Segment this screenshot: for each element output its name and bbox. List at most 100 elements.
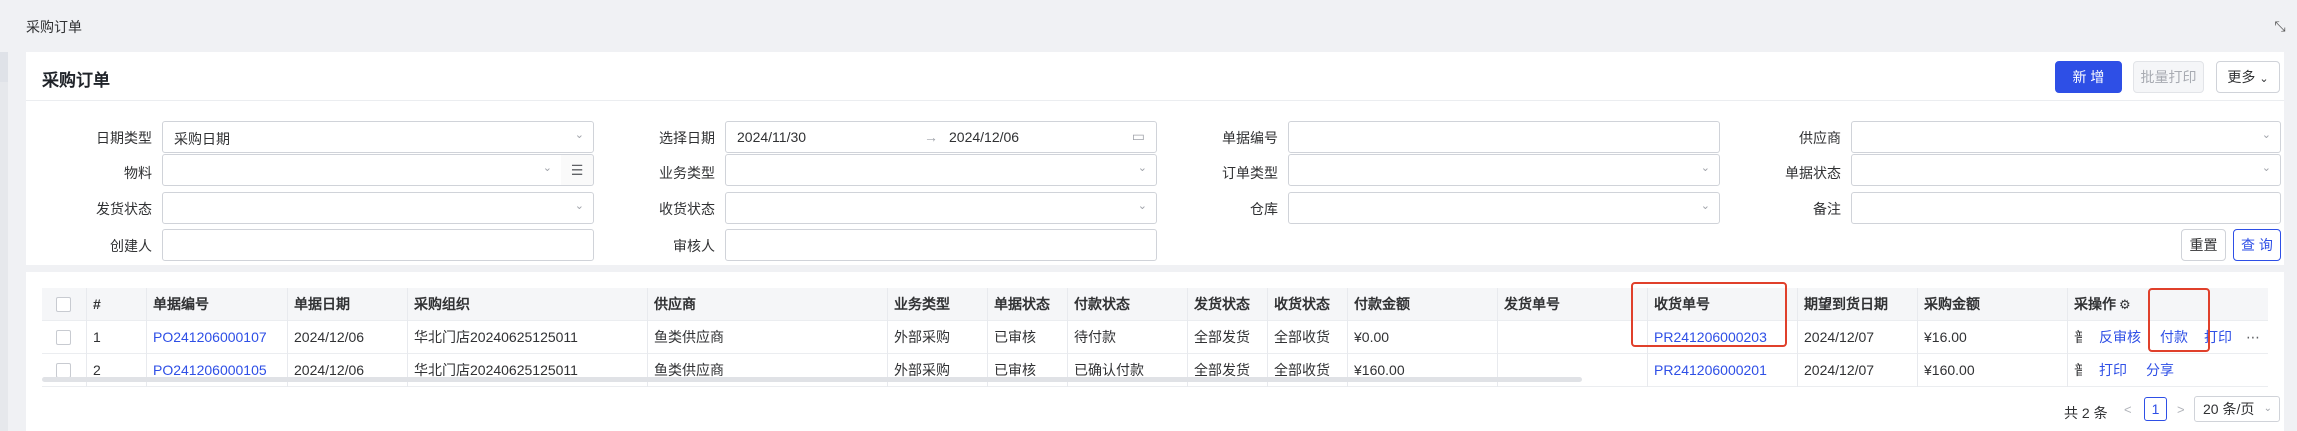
col-divider <box>146 288 147 387</box>
table-header-row: # 单据编号 单据日期 采购组织 供应商 业务类型 单据状态 付款状态 发货状态… <box>42 288 2268 321</box>
batch-print-button[interactable]: 批量打印 <box>2133 61 2204 93</box>
cell-doc-date: 2024/12/06 <box>294 329 365 345</box>
col-doc-status[interactable]: 单据状态 <box>994 288 1050 321</box>
print-link[interactable]: 打印 <box>2099 354 2127 387</box>
order-type-label: 订单类型 <box>1222 165 1278 181</box>
more-label: 更多 <box>2227 69 2256 85</box>
cell-pay-amount: ¥0.00 <box>1354 329 1390 345</box>
pager-total: 共 2 条 <box>2064 405 2108 421</box>
pager-current-page[interactable]: 1 <box>2144 397 2167 421</box>
ship-status-label: 发货状态 <box>96 201 152 217</box>
unapprove-link[interactable]: 反审核 <box>2099 321 2141 354</box>
biz-type-select[interactable]: ⌄ <box>725 154 1157 186</box>
col-supplier[interactable]: 供应商 <box>654 288 696 321</box>
cell-recv-status: 全部收货 <box>1274 329 1330 345</box>
recv-status-select[interactable]: ⌄ <box>725 192 1157 224</box>
chevron-left-icon[interactable]: < <box>2124 402 2132 417</box>
col-divider <box>407 288 408 387</box>
cell-no: 1 <box>93 329 101 345</box>
select-all-checkbox[interactable] <box>56 297 71 312</box>
col-ship-status[interactable]: 发货状态 <box>1194 288 1250 321</box>
cell-supplier: 鱼类供应商 <box>654 362 724 378</box>
chevron-right-icon[interactable]: > <box>2177 402 2185 417</box>
col-divider <box>987 288 988 387</box>
material-select[interactable]: ⌄ <box>162 154 562 186</box>
recv-status-label: 收货状态 <box>659 201 715 217</box>
expand-icon[interactable]: ⤡ <box>2271 18 2289 36</box>
calendar-icon[interactable]: ▭ <box>1132 128 1145 145</box>
page-size-value: 20 条/页 <box>2203 401 2255 417</box>
remark-input[interactable] <box>1851 192 2281 224</box>
date-range-picker[interactable]: 2024/11/30 → 2024/12/06 ▭ <box>725 121 1157 153</box>
page-size-select[interactable]: 20 条/页 ⌄ <box>2194 396 2280 422</box>
filter-settings-icon[interactable]: ☰ <box>561 154 594 186</box>
col-divider <box>2067 288 2068 387</box>
auditor-label: 审核人 <box>673 238 715 254</box>
row-checkbox[interactable] <box>56 330 71 345</box>
creator-input[interactable] <box>162 229 594 261</box>
col-doc-date[interactable]: 单据日期 <box>294 288 350 321</box>
col-divider <box>1347 288 1348 387</box>
cell-no: 2 <box>93 362 101 378</box>
date-end-value: 2024/12/06 <box>949 129 1020 145</box>
select-date-label: 选择日期 <box>659 130 715 146</box>
material-label: 物料 <box>124 165 152 181</box>
col-pay-amount[interactable]: 付款金额 <box>1354 288 1410 321</box>
tab-title[interactable]: 采购订单 <box>26 17 82 37</box>
cell-amount: ¥16.00 <box>1924 329 1967 345</box>
supplier-select[interactable]: ⌄ <box>1851 121 2281 153</box>
col-divider <box>1067 288 1068 387</box>
horizontal-scrollbar[interactable] <box>42 377 2268 382</box>
chevron-down-icon: ⌄ <box>542 162 552 174</box>
more-button[interactable]: 更多 ⌄ <box>2216 61 2280 93</box>
scrollbar-thumb[interactable] <box>42 377 1582 382</box>
page-title: 采购订单 <box>42 71 110 90</box>
col-biz-type[interactable]: 业务类型 <box>894 288 950 321</box>
cell-amount: ¥160.00 <box>1924 362 1975 378</box>
date-type-select[interactable]: 采购日期 ⌄ <box>162 121 594 153</box>
row-checkbox[interactable] <box>56 363 71 378</box>
reset-button[interactable]: 重置 <box>2181 229 2226 261</box>
auditor-input[interactable] <box>725 229 1157 261</box>
supplier-label: 供应商 <box>1799 130 1841 146</box>
chevron-down-icon: ⌄ <box>2259 73 2269 85</box>
doc-status-select[interactable]: ⌄ <box>1851 154 2281 186</box>
ship-status-select[interactable]: ⌄ <box>162 192 594 224</box>
table-row[interactable]: 2 PO241206000105 2024/12/06 华北门店20240625… <box>42 354 2268 387</box>
cell-biz-type: 外部采购 <box>894 329 950 345</box>
warehouse-select[interactable]: ⌄ <box>1288 192 1720 224</box>
cell-supplier: 鱼类供应商 <box>654 329 724 345</box>
chevron-down-icon: ⌄ <box>2261 129 2271 141</box>
cell-recv-no-link[interactable]: PR241206000201 <box>1654 354 1767 387</box>
col-ops-label: 操作 <box>2088 296 2116 312</box>
chevron-down-icon: ⌄ <box>1700 200 1710 212</box>
col-divider <box>1797 288 1798 387</box>
cell-doc-no-link[interactable]: PO241206000105 <box>153 354 267 387</box>
cell-expect-date: 2024/12/07 <box>1804 362 1875 378</box>
new-button[interactable]: 新 增 <box>2055 61 2122 93</box>
more-actions-icon[interactable]: ⋯ <box>2246 321 2260 354</box>
doc-no-input[interactable] <box>1288 121 1720 153</box>
creator-label: 创建人 <box>110 238 152 254</box>
col-divider <box>86 288 87 387</box>
header-divider <box>26 100 2284 101</box>
share-link[interactable]: 分享 <box>2146 354 2174 387</box>
table-row[interactable]: 1 PO241206000107 2024/12/06 华北门店20240625… <box>42 321 2268 354</box>
col-amount[interactable]: 采购金额 <box>1924 288 1980 321</box>
query-button[interactable]: 查 询 <box>2233 229 2281 261</box>
col-expect-date[interactable]: 期望到货日期 <box>1804 288 1888 321</box>
col-divider <box>647 288 648 387</box>
order-type-select[interactable]: ⌄ <box>1288 154 1720 186</box>
cell-truncated: 普 <box>2074 329 2082 345</box>
col-doc-no[interactable]: 单据编号 <box>153 288 209 321</box>
col-pay-status[interactable]: 付款状态 <box>1074 288 1130 321</box>
col-divider <box>1917 288 1918 387</box>
filter-card: 采购订单 新 增 批量打印 更多 ⌄ 日期类型 采购日期 ⌄ 选择日期 2024/… <box>26 52 2284 265</box>
col-org[interactable]: 采购组织 <box>414 288 470 321</box>
gear-icon[interactable]: ⚙ <box>2119 297 2131 312</box>
col-recv-status[interactable]: 收货状态 <box>1274 288 1330 321</box>
chevron-down-icon: ⌄ <box>1137 162 1147 174</box>
cell-doc-no-link[interactable]: PO241206000107 <box>153 321 267 354</box>
col-ship-no[interactable]: 发货单号 <box>1504 288 1560 321</box>
cell-doc-status: 已审核 <box>994 329 1036 345</box>
